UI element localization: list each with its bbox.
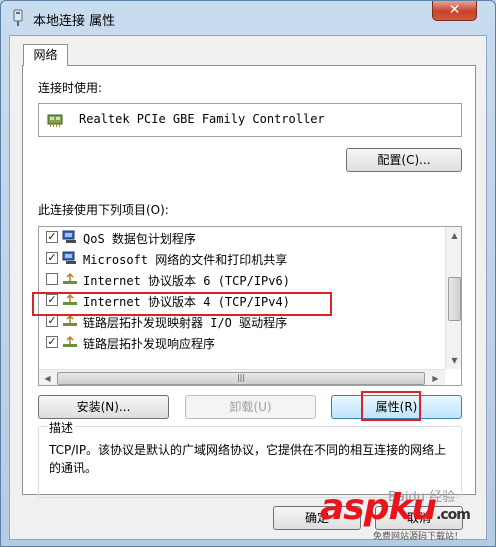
scroll-up-icon[interactable]: ▲ bbox=[446, 227, 461, 244]
item-checkbox[interactable]: ✓ bbox=[46, 315, 58, 327]
uninstall-button[interactable]: 卸载(U) bbox=[185, 395, 316, 419]
vertical-scroll-thumb[interactable] bbox=[448, 277, 461, 321]
scroll-left-icon[interactable]: ◀ bbox=[39, 370, 56, 385]
title-bar[interactable]: 本地连接 属性 ✕ bbox=[1, 1, 495, 35]
network-service-icon bbox=[62, 230, 76, 243]
aspku-logo: aspku.com bbox=[320, 487, 471, 533]
ipv4-highlight-annotation bbox=[32, 292, 332, 316]
adapter-field: Realtek PCIe GBE Family Controller bbox=[38, 103, 462, 137]
install-button[interactable]: 安装(N)... bbox=[38, 395, 169, 419]
network-service-icon bbox=[62, 251, 76, 264]
items-label: 此连接使用下列项目(O): bbox=[38, 203, 169, 217]
description-title: 描述 bbox=[47, 419, 76, 436]
item-checkbox[interactable]: ✓ bbox=[46, 231, 58, 243]
horizontal-scrollbar[interactable]: ◀ ||| ▶ bbox=[39, 369, 445, 385]
item-checkbox[interactable] bbox=[46, 273, 58, 285]
tab-network[interactable]: 网络 bbox=[23, 44, 68, 66]
protocol-icon bbox=[63, 272, 77, 284]
list-item[interactable]: ✓ QoS 数据包计划程序 bbox=[39, 227, 443, 248]
properties-highlight-annotation bbox=[361, 391, 421, 421]
configure-button[interactable]: 配置(C)... bbox=[346, 148, 462, 172]
item-checkbox[interactable]: ✓ bbox=[46, 336, 58, 348]
item-label: 链路层拓扑发现响应程序 bbox=[83, 337, 216, 351]
network-tab-panel: 连接时使用: Realtek PCIe GBE Family Controlle… bbox=[22, 65, 476, 498]
properties-window: 本地连接 属性 ✕ 网络 连接时使用: Realtek PCIe GBE Fam… bbox=[0, 0, 496, 547]
list-item[interactable]: ✓ Microsoft 网络的文件和打印机共享 bbox=[39, 248, 443, 269]
network-connection-icon bbox=[13, 9, 23, 26]
item-label: QoS 数据包计划程序 bbox=[83, 232, 196, 246]
vertical-scrollbar[interactable]: ▲ ▼ bbox=[445, 227, 461, 369]
item-label: Internet 协议版本 6 (TCP/IPv6) bbox=[83, 274, 290, 288]
description-text: TCP/IP。该协议是默认的广域网络协议，它提供在不同的相互连接的网络上的通讯。 bbox=[49, 443, 447, 475]
aspku-brand: aspku bbox=[320, 487, 437, 528]
dialog-client: 网络 连接时使用: Realtek PCIe GBE Family Contro… bbox=[9, 35, 487, 540]
scroll-right-icon[interactable]: ▶ bbox=[427, 370, 444, 385]
adapter-name: Realtek PCIe GBE Family Controller bbox=[79, 112, 325, 126]
aspku-tagline: 免费网站源码下载站！ bbox=[373, 532, 464, 542]
item-checkbox[interactable]: ✓ bbox=[46, 252, 58, 264]
window-title: 本地连接 属性 bbox=[33, 14, 116, 29]
item-label: Microsoft 网络的文件和打印机共享 bbox=[83, 253, 288, 267]
network-adapter-icon bbox=[47, 114, 63, 127]
list-item[interactable]: Internet 协议版本 6 (TCP/IPv6) bbox=[39, 269, 443, 290]
list-item[interactable]: ✓ 链路层拓扑发现响应程序 bbox=[39, 332, 443, 353]
connect-using-label: 连接时使用: bbox=[38, 81, 103, 95]
item-label: 链路层拓扑发现映射器 I/O 驱动程序 bbox=[83, 316, 288, 330]
horizontal-scroll-thumb[interactable]: ||| bbox=[57, 372, 425, 385]
scroll-down-icon[interactable]: ▼ bbox=[446, 352, 461, 369]
protocol-icon bbox=[63, 335, 77, 347]
aspku-domain: .com bbox=[436, 507, 471, 523]
close-button[interactable]: ✕ bbox=[432, 1, 477, 21]
